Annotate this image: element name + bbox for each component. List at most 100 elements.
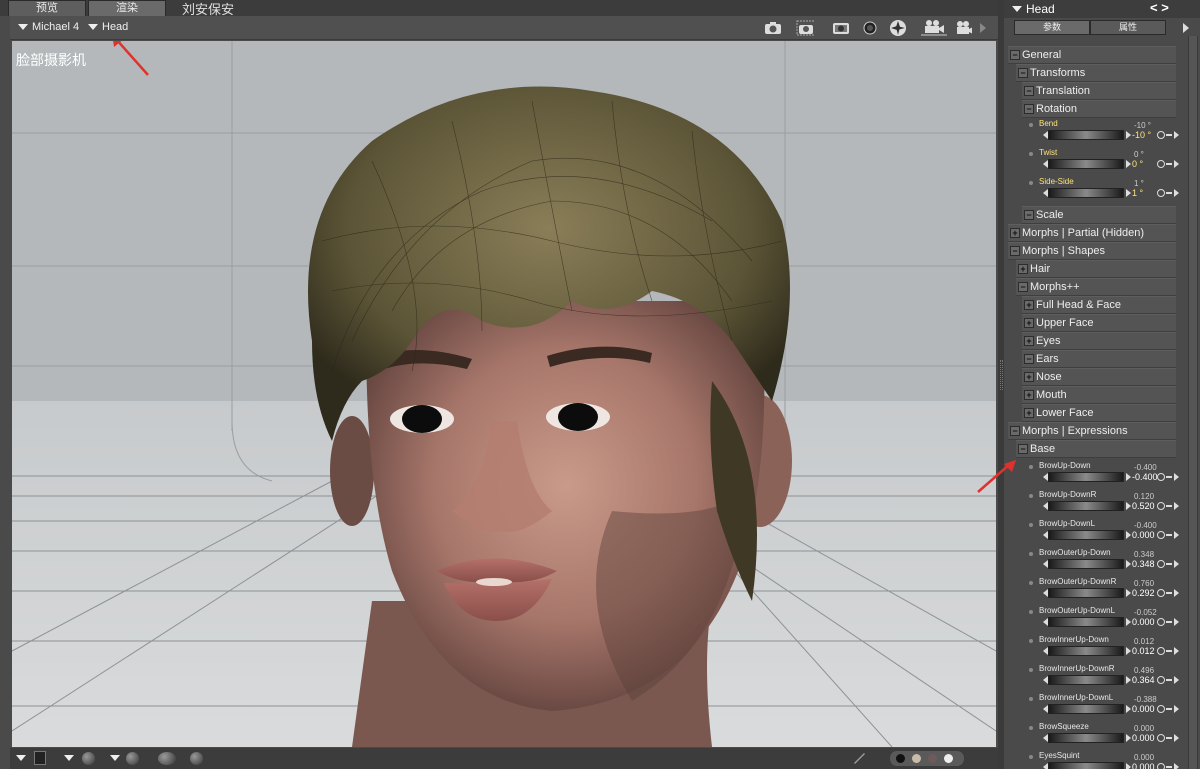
dial-value[interactable]: 0.292 <box>1132 588 1155 598</box>
dial-twist[interactable]: Twist 0 ° 0 ° <box>1008 147 1188 176</box>
chevron-down-icon[interactable] <box>64 755 74 761</box>
increment-arrow-icon[interactable] <box>1126 131 1131 139</box>
group-upper-face[interactable]: + Upper Face <box>1022 314 1176 332</box>
link-icon[interactable] <box>1157 618 1165 626</box>
tab-properties[interactable]: 属性 <box>1090 20 1166 35</box>
dial-menu-arrow-icon[interactable] <box>1174 473 1179 481</box>
dial-menu-arrow-icon[interactable] <box>1174 131 1179 139</box>
panel-scrollbar[interactable] <box>1188 36 1198 769</box>
swatch-tan[interactable] <box>912 754 921 763</box>
camera-icon[interactable] <box>954 20 972 36</box>
increment-arrow-icon[interactable] <box>1126 560 1131 568</box>
body-part-selector[interactable]: Head <box>88 21 128 33</box>
dial-menu-arrow-icon[interactable] <box>1174 676 1179 684</box>
dial-browup-downr[interactable]: BrowUp-DownR 0.120 0.520 <box>1008 489 1188 518</box>
group-rotation[interactable]: − Rotation <box>1022 100 1176 118</box>
keyframe-dot-icon[interactable] <box>1029 581 1033 585</box>
link-icon[interactable] <box>1157 502 1165 510</box>
keyframe-dot-icon[interactable] <box>1029 726 1033 730</box>
collapse-icon[interactable]: − <box>1018 282 1028 292</box>
increment-arrow-icon[interactable] <box>1126 676 1131 684</box>
circle-icon[interactable] <box>861 20 879 36</box>
link-icon[interactable] <box>1157 734 1165 742</box>
dial-browinnerup-down[interactable]: BrowInnerUp-Down 0.012 0.012 <box>1008 634 1188 663</box>
camera-icon[interactable] <box>832 20 850 36</box>
tab-parameters[interactable]: 参数 <box>1014 20 1090 35</box>
collapse-icon[interactable]: − <box>1024 86 1034 96</box>
group-nose[interactable]: + Nose <box>1022 368 1176 386</box>
group-transforms[interactable]: − Transforms <box>1016 64 1176 82</box>
group-translation[interactable]: − Translation <box>1022 82 1176 100</box>
keyframe-dot-icon[interactable] <box>1029 639 1033 643</box>
increment-arrow-icon[interactable] <box>1126 189 1131 197</box>
keyframe-dot-icon[interactable] <box>1029 494 1033 498</box>
dial-value[interactable]: 0.000 <box>1132 762 1155 769</box>
collapse-icon[interactable]: − <box>1010 50 1020 60</box>
link-icon[interactable] <box>1157 589 1165 597</box>
dial-slider[interactable] <box>1048 159 1124 169</box>
dial-browouterup-down[interactable]: BrowOuterUp-Down 0.348 0.348 <box>1008 547 1188 576</box>
dial-slider[interactable] <box>1048 501 1124 511</box>
swatch-brown[interactable] <box>928 754 937 763</box>
collapse-icon[interactable]: − <box>1010 426 1020 436</box>
dial-menu-arrow-icon[interactable] <box>1174 531 1179 539</box>
dial-slider[interactable] <box>1048 559 1124 569</box>
dial-value[interactable]: 0.364 <box>1132 675 1155 685</box>
dial-value[interactable]: 0.000 <box>1132 617 1155 627</box>
viewport-canvas[interactable] <box>12 41 996 747</box>
increment-arrow-icon[interactable] <box>1126 734 1131 742</box>
increment-arrow-icon[interactable] <box>1126 647 1131 655</box>
keyframe-dot-icon[interactable] <box>1029 123 1033 127</box>
tab-preview[interactable]: 预览 <box>8 0 86 16</box>
link-icon[interactable] <box>1157 160 1165 168</box>
dial-value[interactable]: 0.000 <box>1132 530 1155 540</box>
group-morphs-shapes[interactable]: − Morphs | Shapes <box>1008 242 1176 260</box>
link-icon[interactable] <box>1157 647 1165 655</box>
dial-browouterup-downl[interactable]: BrowOuterUp-DownL -0.052 0.000 <box>1008 605 1188 634</box>
dial-eyessquint[interactable]: EyesSquint 0.000 0.000 <box>1008 750 1188 769</box>
link-icon[interactable] <box>1157 531 1165 539</box>
dial-value[interactable]: 0.520 <box>1132 501 1155 511</box>
dial-browup-down[interactable]: BrowUp-Down -0.400 -0.400 <box>1008 460 1188 489</box>
prev-next-icon[interactable]: < > <box>1150 0 1169 15</box>
collapse-icon[interactable]: − <box>1024 354 1034 364</box>
link-icon[interactable] <box>1157 560 1165 568</box>
swatch-white[interactable] <box>944 754 953 763</box>
keyframe-dot-icon[interactable] <box>1029 668 1033 672</box>
link-icon[interactable] <box>1157 473 1165 481</box>
group-hair[interactable]: + Hair <box>1016 260 1176 278</box>
link-icon[interactable] <box>1157 676 1165 684</box>
dial-value[interactable]: 1 ° <box>1132 188 1143 198</box>
increment-arrow-icon[interactable] <box>1126 705 1131 713</box>
link-icon[interactable] <box>1157 705 1165 713</box>
expand-icon[interactable]: + <box>1024 390 1034 400</box>
dial-browinnerup-downl[interactable]: BrowInnerUp-DownL -0.388 0.000 <box>1008 692 1188 721</box>
group-eyes[interactable]: + Eyes <box>1022 332 1176 350</box>
dial-slider[interactable] <box>1048 188 1124 198</box>
group-mouth[interactable]: + Mouth <box>1022 386 1176 404</box>
chevron-down-icon[interactable] <box>110 755 120 761</box>
increment-arrow-icon[interactable] <box>1126 502 1131 510</box>
expand-icon[interactable]: + <box>1024 318 1034 328</box>
dial-menu-arrow-icon[interactable] <box>1174 705 1179 713</box>
group-lower-face[interactable]: + Lower Face <box>1022 404 1176 422</box>
chevron-right-icon[interactable] <box>978 20 988 36</box>
dial-value[interactable]: 0.348 <box>1132 559 1155 569</box>
dial-side-side[interactable]: Side-Side 1 ° 1 ° <box>1008 176 1188 205</box>
dial-slider[interactable] <box>1048 530 1124 540</box>
light-icon[interactable] <box>889 20 907 36</box>
dial-slider[interactable] <box>1048 675 1124 685</box>
dial-slider[interactable] <box>1048 472 1124 482</box>
increment-arrow-icon[interactable] <box>1126 763 1131 769</box>
pencil-icon[interactable] <box>852 751 866 768</box>
keyframe-dot-icon[interactable] <box>1029 523 1033 527</box>
dial-menu-arrow-icon[interactable] <box>1174 560 1179 568</box>
sphere-icon[interactable] <box>126 752 139 765</box>
link-icon[interactable] <box>1157 131 1165 139</box>
collapse-icon[interactable]: − <box>1018 444 1028 454</box>
keyframe-dot-icon[interactable] <box>1029 755 1033 759</box>
keyframe-dot-icon[interactable] <box>1029 610 1033 614</box>
increment-arrow-icon[interactable] <box>1126 589 1131 597</box>
dial-slider[interactable] <box>1048 130 1124 140</box>
expand-icon[interactable]: + <box>1024 336 1034 346</box>
